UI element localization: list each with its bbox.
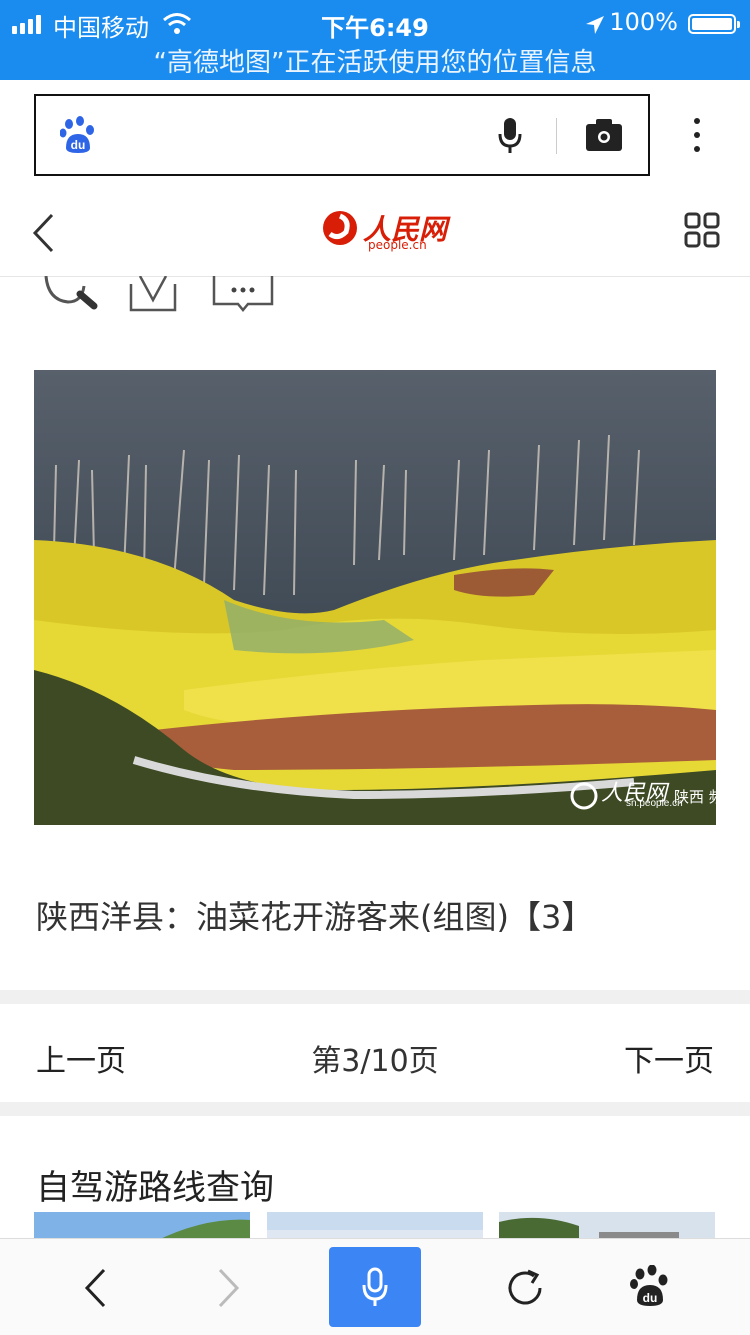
photo-watermark-logo: 人民网 <box>601 781 670 806</box>
article-caption: 陕西洋县：油菜花开游客来(组图)【3】 <box>36 898 594 936</box>
people-logo-icon <box>323 211 357 245</box>
voice-icon <box>362 1267 388 1306</box>
voice-button[interactable] <box>329 1247 421 1327</box>
more-vertical-icon[interactable] <box>692 116 702 156</box>
camera-icon[interactable] <box>585 118 623 152</box>
section-gap <box>0 1102 750 1116</box>
search-icon[interactable] <box>44 276 100 310</box>
bottom-toolbar: du <box>0 1238 750 1335</box>
status-bar: 中国移动 下午6:49 100% “高德地图”正在活跃使用您的位置信息 <box>0 0 750 80</box>
battery-percent: 100% <box>609 8 678 36</box>
refresh-icon[interactable] <box>504 1267 546 1309</box>
microphone-icon[interactable] <box>496 116 524 156</box>
comment-icon[interactable] <box>212 276 274 312</box>
related-section-title: 自驾游路线查询 <box>36 1168 274 1208</box>
back-chevron-icon[interactable] <box>30 212 58 254</box>
svg-text:du: du <box>71 138 86 152</box>
next-page-link[interactable]: 下一页 <box>624 1036 714 1080</box>
baidu-home-icon[interactable]: du <box>630 1265 670 1307</box>
forward-icon[interactable] <box>214 1267 242 1309</box>
site-logo-sub: people.cn <box>368 238 427 252</box>
location-notice[interactable]: “高德地图”正在活跃使用您的位置信息 <box>0 42 750 79</box>
grid-menu-icon[interactable] <box>684 212 720 248</box>
search-divider <box>556 118 557 154</box>
search-input[interactable] <box>34 94 650 176</box>
rapeseed-field-image: sn.people.cn 人民网 陕西 频道 <box>34 370 716 825</box>
baidu-paw-icon[interactable]: du <box>60 116 96 154</box>
site-header: 人民网 people.cn <box>0 186 750 277</box>
battery-icon <box>688 14 740 34</box>
pager: 上一页 第3/10页 下一页 <box>0 1006 750 1100</box>
section-gap <box>0 990 750 1004</box>
location-arrow-icon <box>586 16 604 34</box>
article-photo[interactable]: sn.people.cn 人民网 陕西 频道 <box>34 370 716 825</box>
photo-watermark-channel: 陕西 频道 <box>674 788 716 806</box>
svg-text:du: du <box>643 1291 658 1305</box>
map-pin-icon[interactable] <box>128 276 178 312</box>
back-icon[interactable] <box>82 1267 110 1309</box>
